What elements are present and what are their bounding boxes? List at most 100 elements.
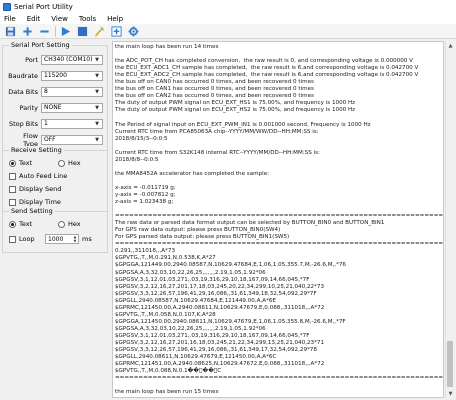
receive-setting-title: Receive Setting xyxy=(9,146,64,154)
send-text-label: Text xyxy=(19,220,33,228)
output-line: the bus off on CAN2 has occurred 0 times… xyxy=(115,93,314,100)
spinner-icon[interactable]: ▲ ▼ xyxy=(72,235,78,243)
parity-value: NONE xyxy=(44,104,62,111)
parity-row: Parity NONE ▼ xyxy=(8,102,103,113)
chevron-down-icon: ▼ xyxy=(95,88,99,95)
settings-icon[interactable] xyxy=(127,25,140,38)
stopbits-row: Stop Bits 1 ▼ xyxy=(8,118,103,129)
radio-selected-icon xyxy=(9,220,16,228)
output-line: $GPGSV,3,3,12,26,57,196,41,29,16,086,,31… xyxy=(115,290,317,297)
vertical-scrollbar[interactable]: ▲ ▼ xyxy=(445,41,454,398)
view-toggle-icon[interactable] xyxy=(110,25,123,38)
remove-icon[interactable] xyxy=(38,25,51,38)
output-line: 2018/8/8--0:0:5 xyxy=(115,156,159,163)
output-line: $GPGSA,A,3,32,03,10,22,26,25,,,,,,,2.19,… xyxy=(115,269,266,276)
menu-tools[interactable]: Tools xyxy=(79,15,96,23)
menu-file[interactable]: File xyxy=(4,15,16,23)
display-time-checkbox[interactable]: Display Time xyxy=(9,197,61,207)
baudrate-row: Baudrate 115200 ▼ xyxy=(8,70,103,81)
chevron-down-icon: ▼ xyxy=(95,136,99,143)
output-line: $GPGSV,3,2,12,16,27,201,17,18,03,245,20,… xyxy=(115,283,325,290)
receive-hex-label: Hex xyxy=(68,159,81,167)
menu-edit[interactable]: Edit xyxy=(27,15,41,23)
baudrate-select[interactable]: 115200 ▼ xyxy=(41,70,103,81)
receive-hex-radio[interactable]: Hex xyxy=(58,158,81,168)
checkbox-icon xyxy=(9,198,16,206)
loop-label: Loop xyxy=(19,235,35,243)
send-text-radio[interactable]: Text xyxy=(9,219,32,229)
output-line: ========================================… xyxy=(115,375,444,382)
databits-label: Data Bits xyxy=(8,87,38,96)
output-line: $GPGSV,3,1,12,01,03,271,,03,19,316,29,10… xyxy=(115,276,310,283)
loop-interval-value: 1000 xyxy=(48,235,64,243)
serial-port-setting-title: Serial Port Setting xyxy=(9,41,72,49)
auto-feed-line-label: Auto Feed Line xyxy=(19,172,68,180)
baudrate-value: 115200 xyxy=(44,72,67,79)
menu-bar: File Edit View Tools Help xyxy=(0,13,456,24)
receive-text-radio[interactable]: Text xyxy=(9,158,32,168)
output-line: ========================================… xyxy=(115,241,444,248)
add-icon[interactable] xyxy=(21,25,34,38)
output-line: the ADC_POT_CH has completed conversion,… xyxy=(115,58,413,65)
output-line: $GPGSV,3,3,12,26,57,196,41,29,16,086,,31… xyxy=(115,347,317,354)
window-title: Serial Port Utility xyxy=(14,2,73,11)
output-line: Current RTC time from PCA85063A chip--YY… xyxy=(115,128,319,135)
toolbar-separator xyxy=(55,25,56,37)
output-line: $GPGLL,2940.08611,N,10629.47679,E,121450… xyxy=(115,354,277,361)
display-send-label: Display Send xyxy=(19,185,62,193)
stopbits-label: Stop Bits xyxy=(8,119,38,128)
port-select[interactable]: CH340 (COM10) ▼ xyxy=(41,54,103,65)
receive-output-text: the main loop has been run 14 times the … xyxy=(115,44,444,396)
send-hex-label: Hex xyxy=(68,220,81,228)
clear-icon[interactable] xyxy=(93,25,106,38)
auto-feed-line-checkbox[interactable]: Auto Feed Line xyxy=(9,171,67,181)
play-icon[interactable] xyxy=(59,25,72,38)
port-row: Port CH340 (COM10) ▼ xyxy=(8,54,103,65)
flowtype-value: OFF xyxy=(44,136,56,143)
menu-help[interactable]: Help xyxy=(107,15,123,23)
chevron-down-icon: ▼ xyxy=(95,56,99,63)
scroll-up-icon[interactable]: ▲ xyxy=(446,41,455,50)
menu-view[interactable]: View xyxy=(51,15,68,23)
save-icon[interactable] xyxy=(4,25,17,38)
stop-icon[interactable] xyxy=(76,25,89,38)
receive-output-area[interactable]: the main loop has been run 14 times the … xyxy=(112,41,444,398)
databits-value: 8 xyxy=(44,88,48,95)
output-line: The raw data or parsed data format outpu… xyxy=(115,220,385,227)
parity-label: Parity xyxy=(19,103,38,112)
stopbits-select[interactable]: 1 ▼ xyxy=(41,118,103,129)
output-line: $GPGGA,121450.00,2940.08611,N,10629.4767… xyxy=(115,318,346,325)
send-hex-radio[interactable]: Hex xyxy=(58,219,81,229)
send-setting-title: Send Setting xyxy=(9,207,55,215)
scroll-thumb[interactable] xyxy=(447,341,453,387)
output-line: $GPGSA,A,3,32,03,10,22,26,25,,,,,,,2.19,… xyxy=(115,325,266,332)
scroll-down-icon[interactable]: ▼ xyxy=(446,389,455,398)
flowtype-select[interactable]: OFF ▼ xyxy=(41,134,103,145)
output-line: $GPGSV,3,2,12,16,27,201,16,18,03,245,21,… xyxy=(115,339,325,346)
loop-interval-input[interactable]: 1000 ▲ ▼ xyxy=(45,234,79,244)
baudrate-label: Baudrate xyxy=(8,71,38,80)
flowtype-row: Flow Type OFF ▼ xyxy=(8,132,103,148)
output-line: the main loop has been run 15 times xyxy=(115,389,219,396)
output-line: ========================================… xyxy=(115,213,444,220)
port-label: Port xyxy=(25,55,38,64)
output-line: $GPGLL,2940.08587,N,10629.47684,E,121449… xyxy=(115,297,276,304)
parity-select[interactable]: NONE ▼ xyxy=(41,102,103,113)
output-line: 2018/8/15/3--0:0:5 xyxy=(115,135,168,142)
display-send-checkbox[interactable]: Display Send xyxy=(9,184,61,194)
app-icon xyxy=(3,2,11,11)
databits-select[interactable]: 8 ▼ xyxy=(41,86,103,97)
send-setting-group: Send Setting Text Hex Loop 1000 ▲ ▼ ms xyxy=(2,207,108,253)
databits-row: Data Bits 8 ▼ xyxy=(8,86,103,97)
output-line: $GPVTG,,T,,M,0.058,N,0.107,K,A*28 xyxy=(115,311,216,318)
output-line: $GPVTG,,T,,M,0.088,N,0.1�� �� C xyxy=(115,368,222,375)
loop-checkbox[interactable] xyxy=(9,235,16,243)
output-line: the ECU_EXT_ADC1_CH sample has completed… xyxy=(115,65,419,72)
chevron-down-icon: ▼ xyxy=(95,72,99,79)
output-line: Current RTC time from S32K148 internal R… xyxy=(115,149,320,156)
receive-setting-group: Receive Setting Text Hex Auto Feed Line … xyxy=(2,146,108,214)
